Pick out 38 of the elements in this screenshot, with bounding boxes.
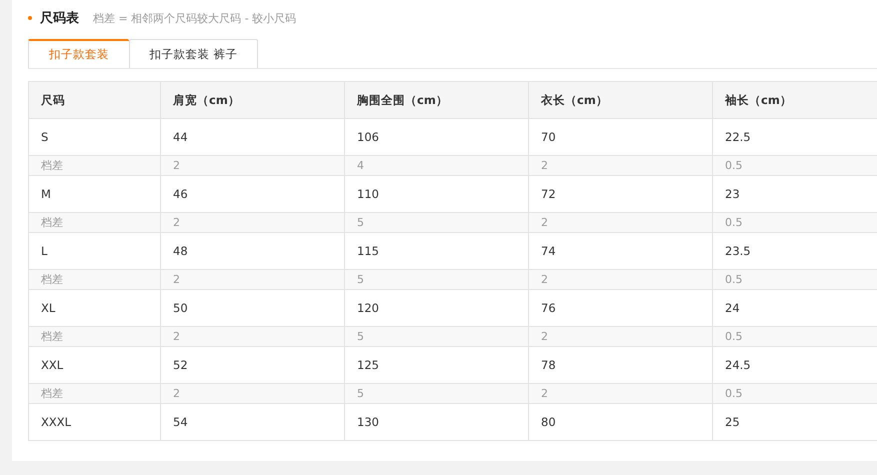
column-header: 肩宽（cm） bbox=[160, 82, 344, 118]
table-cell: 档差 bbox=[28, 326, 160, 346]
table-cell: 5 bbox=[344, 212, 528, 232]
table-cell: 0.5 bbox=[712, 156, 877, 176]
column-header: 衣长（cm） bbox=[528, 82, 712, 118]
table-cell: 0.5 bbox=[712, 212, 877, 232]
table-cell: 0.5 bbox=[712, 270, 877, 290]
table-cell: 2 bbox=[528, 384, 712, 404]
table-cell: 档差 bbox=[28, 384, 160, 404]
table-cell: 2 bbox=[160, 212, 344, 232]
table-cell: 0.5 bbox=[712, 326, 877, 346]
table-cell: 130 bbox=[344, 404, 528, 440]
table-cell: XXXL bbox=[28, 404, 160, 440]
section-title: 尺码表 bbox=[40, 10, 79, 27]
table-cell: 档差 bbox=[28, 156, 160, 176]
table-cell: 54 bbox=[160, 404, 344, 440]
table-cell: 2 bbox=[528, 326, 712, 346]
column-header: 尺码 bbox=[28, 82, 160, 118]
table-cell: 5 bbox=[344, 270, 528, 290]
table-cell: 5 bbox=[344, 384, 528, 404]
table-cell: 2 bbox=[160, 326, 344, 346]
table-cell: 2 bbox=[160, 384, 344, 404]
table-cell: 80 bbox=[528, 404, 712, 440]
table-cell: 2 bbox=[528, 156, 712, 176]
table-cell: 5 bbox=[344, 326, 528, 346]
tab[interactable]: 扣子款套装 裤子 bbox=[129, 39, 258, 68]
table-cell: 档差 bbox=[28, 270, 160, 290]
table-cell: 2 bbox=[528, 270, 712, 290]
table-cell: 2 bbox=[160, 156, 344, 176]
table-cell: 档差 bbox=[28, 212, 160, 232]
column-header: 胸围全围（cm） bbox=[344, 82, 528, 118]
section-note: 档差 = 相邻两个尺码较大尺码 - 较小尺码 bbox=[93, 10, 296, 26]
column-header: 袖长（cm） bbox=[712, 82, 877, 118]
table-cell: 0.5 bbox=[712, 384, 877, 404]
table-cell: 2 bbox=[160, 270, 344, 290]
bullet-dot bbox=[28, 16, 32, 20]
table-cell: 2 bbox=[528, 212, 712, 232]
table-cell: 4 bbox=[344, 156, 528, 176]
